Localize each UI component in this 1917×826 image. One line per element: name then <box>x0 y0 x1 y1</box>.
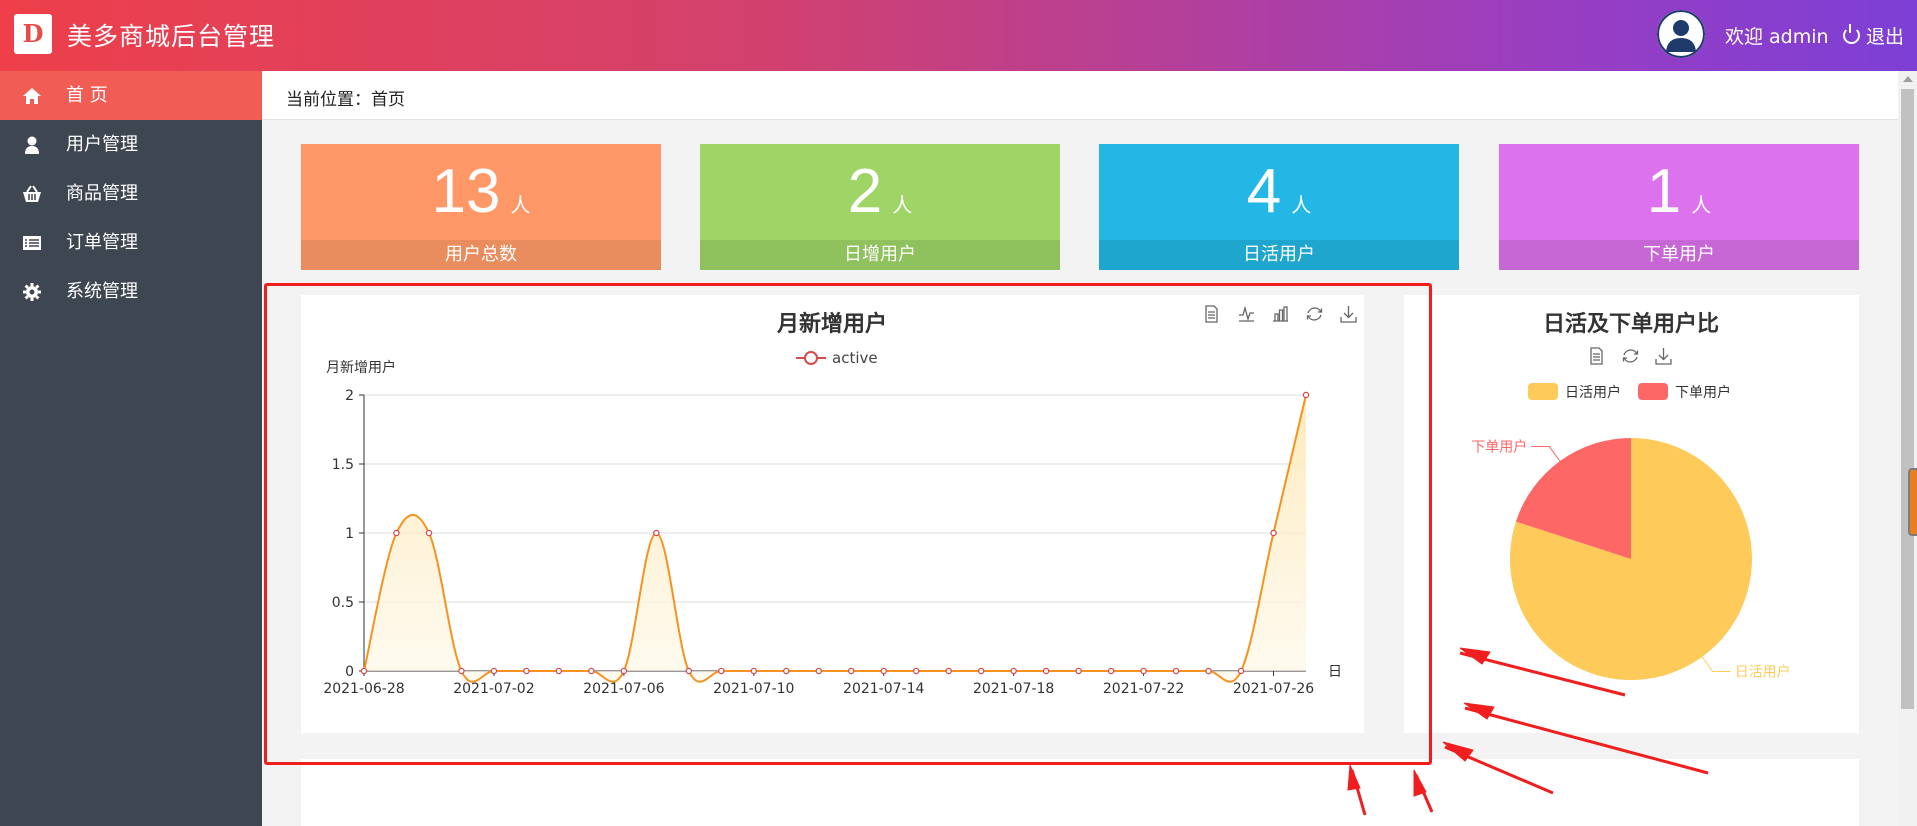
slice-label: 下单用户 <box>1471 439 1527 456</box>
refresh-icon-shape <box>1622 349 1639 363</box>
avatar-icon <box>1657 10 1705 58</box>
breadcrumb-text: 当前位置：首页 <box>286 90 405 110</box>
sidebar-item-orders[interactable]: 订单管理 <box>0 218 262 267</box>
stat-value-row: 2人 <box>700 156 1060 227</box>
bottom-panel <box>301 759 1859 826</box>
stat-unit: 人 <box>1291 195 1312 217</box>
chart-title: 日活及下单用户比 <box>1543 311 1719 337</box>
legend-item: 下单用户 <box>1638 383 1731 401</box>
logout-label: 退出 <box>1866 26 1905 48</box>
home-icon <box>23 88 41 104</box>
sidebar-item-home[interactable]: 首 页 <box>0 71 262 120</box>
slice-label: 日活用户 <box>1735 663 1791 680</box>
stat-card-order-users: 1人 下单用户 <box>1499 144 1859 270</box>
side-handle[interactable] <box>1908 468 1917 536</box>
sidebar-item-goods[interactable]: 商品管理 <box>0 169 262 218</box>
download-icon-shape <box>1655 348 1672 365</box>
data-view-icon[interactable] <box>1590 347 1603 365</box>
welcome-text: 欢迎 admin <box>1725 26 1829 48</box>
stat-card-total-users: 13 人 用户总数 <box>301 144 661 270</box>
list-icon <box>23 236 41 250</box>
scroll-up-arrow[interactable] <box>1903 76 1913 82</box>
sidebar-item-system[interactable]: 系统管理 <box>0 267 262 316</box>
stat-caption: 用户总数 <box>301 240 661 270</box>
power-icon <box>1843 24 1860 44</box>
pie-chart-panel: 日活及下单用户比 日活用户 下单用户 日活用户 下单用户 <box>1404 295 1859 733</box>
sidebar-item-users[interactable]: 用户管理 <box>0 120 262 169</box>
sidebar-item-label: 系统管理 <box>66 281 138 302</box>
logo-icon[interactable]: D <box>14 14 52 54</box>
stat-value: 13 <box>431 157 501 226</box>
logout-button[interactable]: 退出 <box>1843 22 1904 49</box>
legend-item: 日活用户 <box>1528 383 1621 401</box>
top-header: D 美多商城后台管理 欢迎 admin 退出 <box>0 0 1917 71</box>
page-scrollbar[interactable] <box>1898 71 1917 826</box>
slice-label-line <box>1701 656 1731 672</box>
refresh-icon[interactable] <box>1622 349 1639 363</box>
legend-label: 日活用户 <box>1565 384 1621 401</box>
stat-value: 2 <box>847 157 883 226</box>
app-title: 美多商城后台管理 <box>67 22 276 51</box>
slice-label-line <box>1531 446 1561 462</box>
avatar[interactable] <box>1657 10 1705 58</box>
legend-swatch <box>1638 383 1668 400</box>
sidebar-item-label: 用户管理 <box>66 134 138 155</box>
stat-unit: 人 <box>1691 195 1712 217</box>
pie-chart: 日活及下单用户比日活用户 下单用户日活用户下单用户 <box>1471 311 1791 680</box>
stat-caption: 日活用户 <box>1099 240 1459 270</box>
download-icon[interactable] <box>1655 348 1672 365</box>
stat-value: 1 <box>1646 157 1682 226</box>
basket-icon <box>23 185 41 202</box>
sidebar-item-label: 首 页 <box>66 85 108 106</box>
gear-icon <box>23 283 41 301</box>
stat-unit: 人 <box>892 195 913 217</box>
sidebar: 首 页 用户管理 商品管理 订单管理 系统管理 <box>0 71 262 826</box>
stat-caption: 日增用户 <box>700 240 1060 270</box>
sidebar-item-label: 商品管理 <box>66 183 138 204</box>
scrollbar-thumb[interactable] <box>1901 89 1914 709</box>
stat-value-row: 13 人 <box>301 156 661 227</box>
stat-value-row: 4人 <box>1099 156 1459 227</box>
breadcrumb: 当前位置：首页 <box>262 71 1898 120</box>
legend-label: 下单用户 <box>1675 384 1731 401</box>
data-view-icon-shape <box>1590 347 1603 365</box>
user-icon <box>25 136 39 154</box>
annotation-box <box>264 283 1432 765</box>
sidebar-item-label: 订单管理 <box>66 232 138 253</box>
stat-card-daily-active: 4人 日活用户 <box>1099 144 1459 270</box>
legend-swatch <box>1528 383 1558 400</box>
stat-value: 4 <box>1246 157 1282 226</box>
stat-unit: 人 <box>510 195 531 217</box>
stat-card-daily-new: 2人 日增用户 <box>700 144 1060 270</box>
stat-caption: 下单用户 <box>1499 240 1859 270</box>
stat-value-row: 1人 <box>1499 156 1859 227</box>
